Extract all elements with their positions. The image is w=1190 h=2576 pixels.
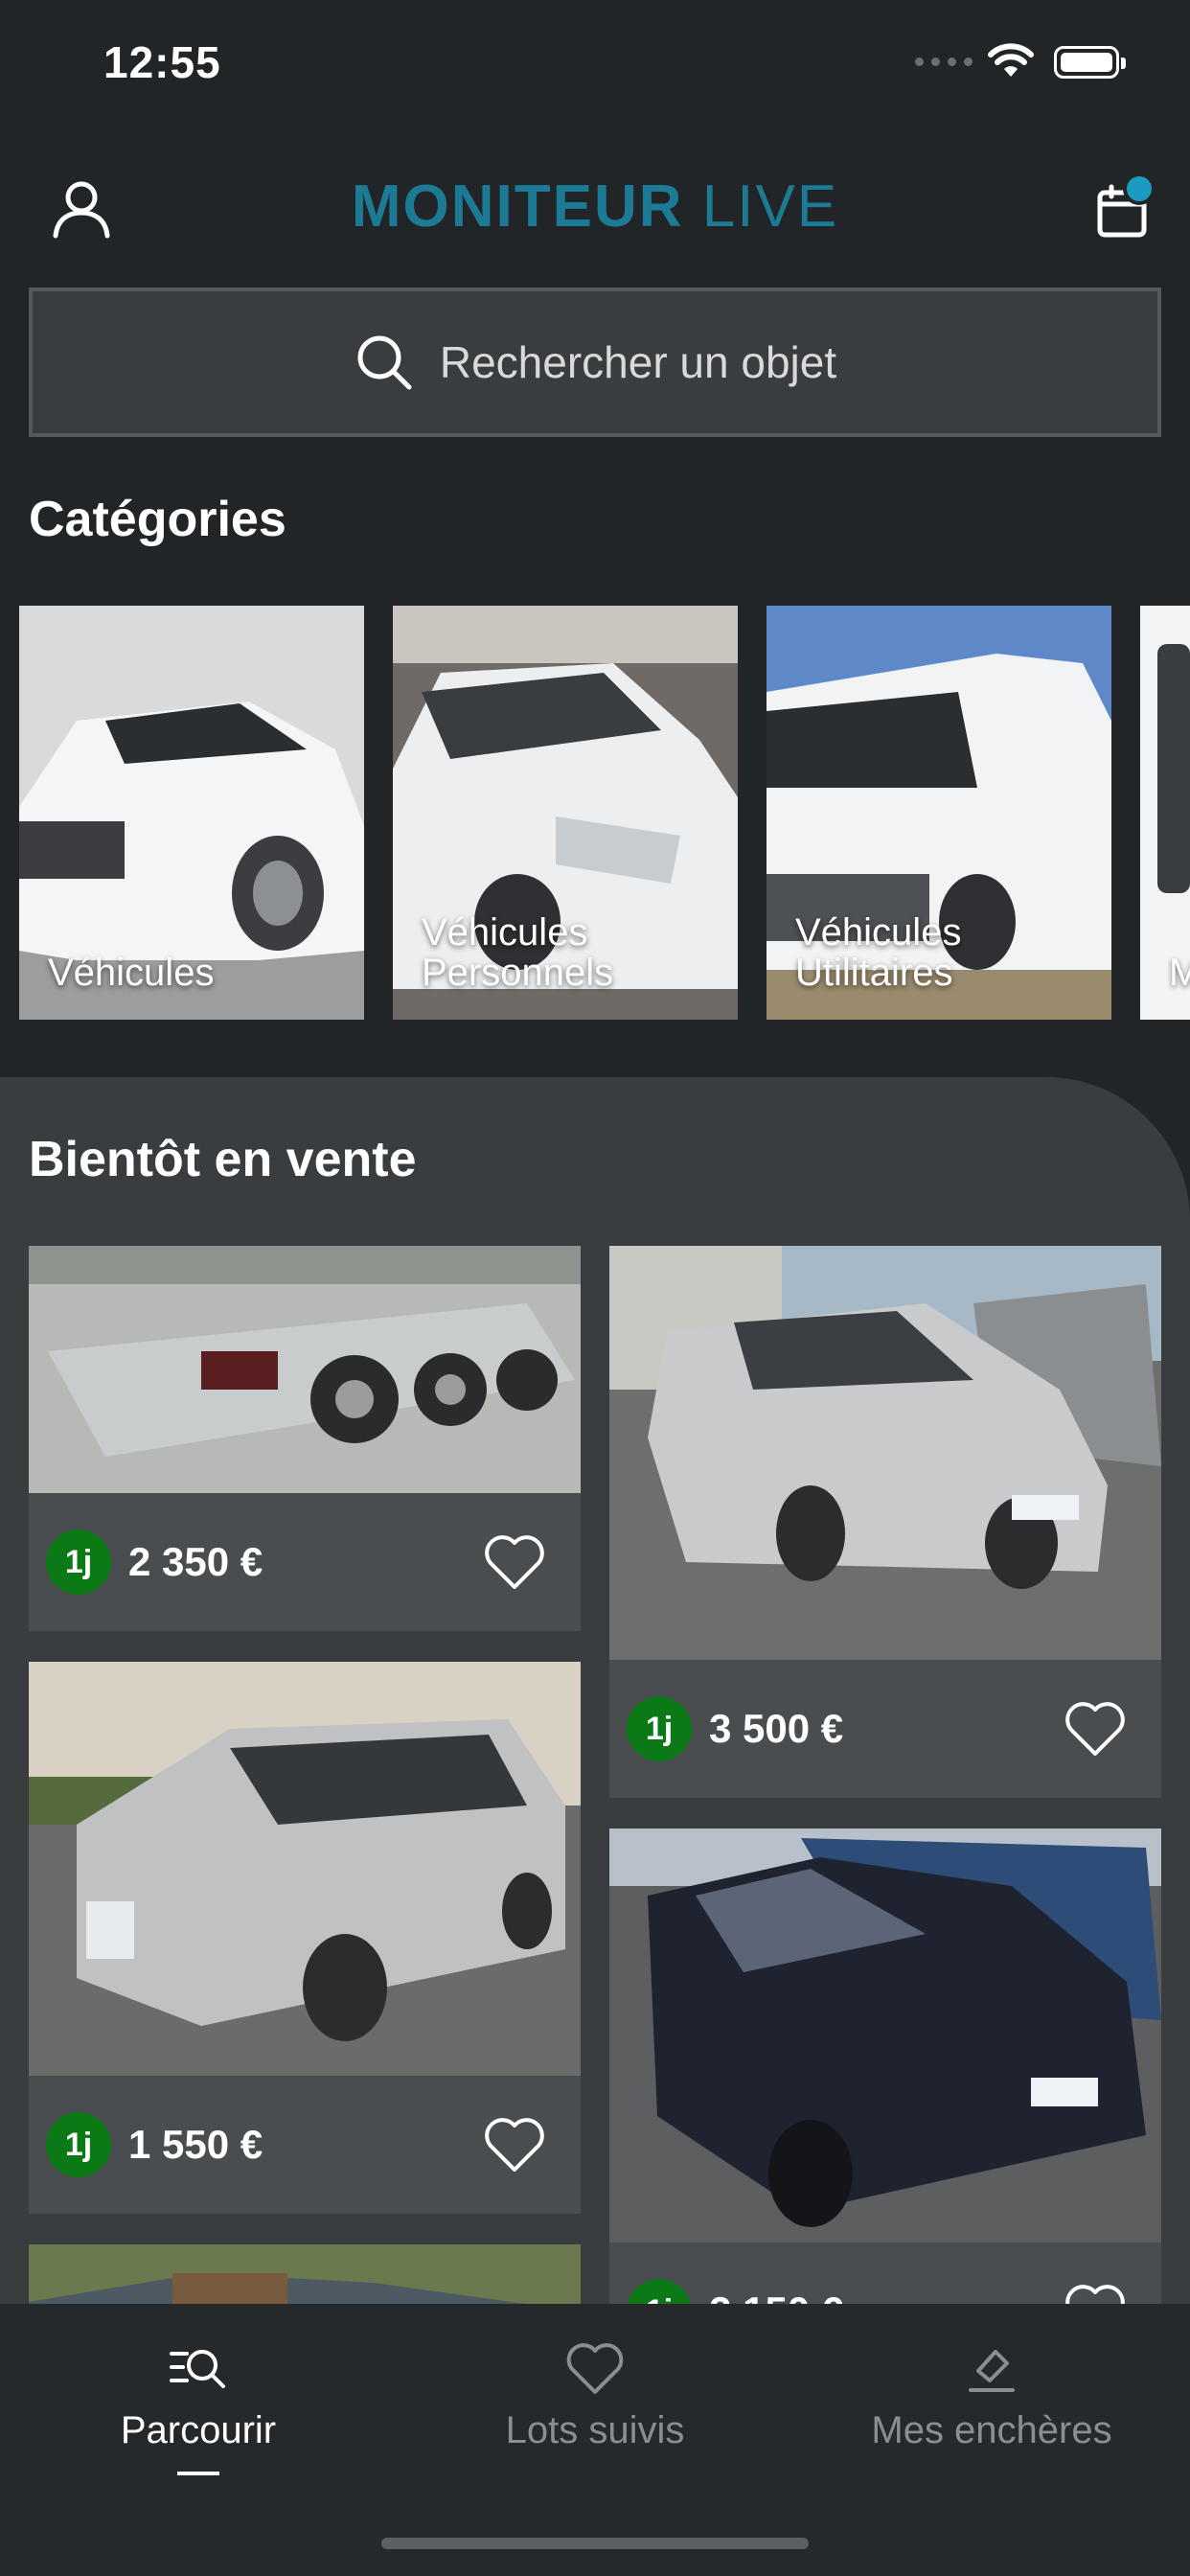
heart-icon[interactable]: [1064, 2283, 1127, 2304]
logo-light: LIVE: [701, 173, 839, 240]
lot-info: 1j 3 500 €: [609, 1660, 1161, 1798]
category-card-vehicules-utilitaires[interactable]: Véhicules Utilitaires: [767, 606, 1111, 1020]
heart-icon[interactable]: [483, 2116, 546, 2174]
tab-label: Lots suivis: [505, 2409, 685, 2451]
tab-mes-encheres[interactable]: Mes enchères: [793, 2342, 1190, 2452]
time-badge: 1j: [627, 1696, 692, 1761]
categories-carousel[interactable]: Véhicules Véhicules Personnels Véhicules U…: [19, 606, 1190, 1022]
heart-icon: [566, 2343, 624, 2394]
search-bar[interactable]: Rechercher un objet: [29, 288, 1161, 437]
category-label: M: [1169, 952, 1190, 994]
lot-photo: [29, 2244, 581, 2304]
lot-price: 2 150 €: [709, 2288, 843, 2304]
battery-icon: [1054, 46, 1126, 79]
category-label: Véhicules Personnels: [422, 911, 614, 994]
search-icon: [357, 335, 412, 390]
categories-title: Catégories: [29, 492, 286, 547]
browse-icon: [170, 2350, 225, 2388]
lot-photo: [29, 1662, 581, 2076]
lot-card[interactable]: 1j 3 500 €: [609, 1246, 1161, 1798]
wifi-icon: [988, 43, 1034, 77]
time-badge: 1j: [46, 1530, 111, 1595]
category-card-vehicules[interactable]: Véhicules: [19, 606, 364, 1020]
tab-lots-suivis[interactable]: Lots suivis: [397, 2342, 793, 2452]
logo-bold: MONITEUR: [351, 173, 684, 240]
app-header: MONITEUR LIVE: [0, 144, 1190, 268]
lot-info: 1j 2 350 €: [29, 1493, 581, 1631]
signal-icon: [915, 58, 973, 66]
lot-price: 1 550 €: [128, 2122, 263, 2167]
tab-label: Parcourir: [120, 2409, 277, 2451]
time-badge: 1j: [627, 2279, 692, 2304]
category-card-partial[interactable]: M: [1140, 606, 1190, 1020]
lot-card[interactable]: 1j 1 550 €: [29, 1662, 581, 2214]
lot-card[interactable]: [29, 2244, 581, 2304]
bottom-tab-bar: Parcourir Lots suivis Mes enchères: [0, 2304, 1190, 2576]
category-label: Véhicules Utilitaires: [795, 911, 962, 994]
status-bar: 12:55: [0, 0, 1190, 134]
notification-dot: [1123, 172, 1156, 205]
category-label: Véhicules: [48, 952, 215, 994]
home-indicator: [381, 2538, 809, 2549]
lot-info: 1j 2 150 €: [609, 2242, 1161, 2304]
app-logo: MONITEUR LIVE: [0, 172, 1190, 241]
lot-price: 3 500 €: [709, 1706, 844, 1751]
lot-info: 1j 1 550 €: [29, 2076, 581, 2214]
upcoming-panel: Bientôt en vente 1j 2 350 € 1j 3 500 € 1…: [0, 1077, 1190, 2304]
lot-photo: [609, 1828, 1161, 2242]
upcoming-title: Bientôt en vente: [29, 1132, 417, 1187]
gavel-icon: [969, 2350, 1015, 2392]
time-badge: 1j: [46, 2112, 111, 2177]
active-tab-indicator: [177, 2472, 219, 2475]
search-placeholder: Rechercher un objet: [439, 337, 837, 387]
heart-icon[interactable]: [1064, 1700, 1127, 1758]
lot-photo: [29, 1246, 581, 1493]
status-time: 12:55: [103, 37, 221, 87]
lot-photo: [609, 1246, 1161, 1660]
category-card-vehicules-personnels[interactable]: Véhicules Personnels: [393, 606, 738, 1020]
lot-card[interactable]: 1j 2 350 €: [29, 1246, 581, 1631]
tab-parcourir[interactable]: Parcourir: [0, 2342, 397, 2452]
heart-icon[interactable]: [483, 1533, 546, 1591]
lot-price: 2 350 €: [128, 1539, 263, 1584]
tab-label: Mes enchères: [871, 2409, 1112, 2451]
lot-card[interactable]: 1j 2 150 €: [609, 1828, 1161, 2304]
